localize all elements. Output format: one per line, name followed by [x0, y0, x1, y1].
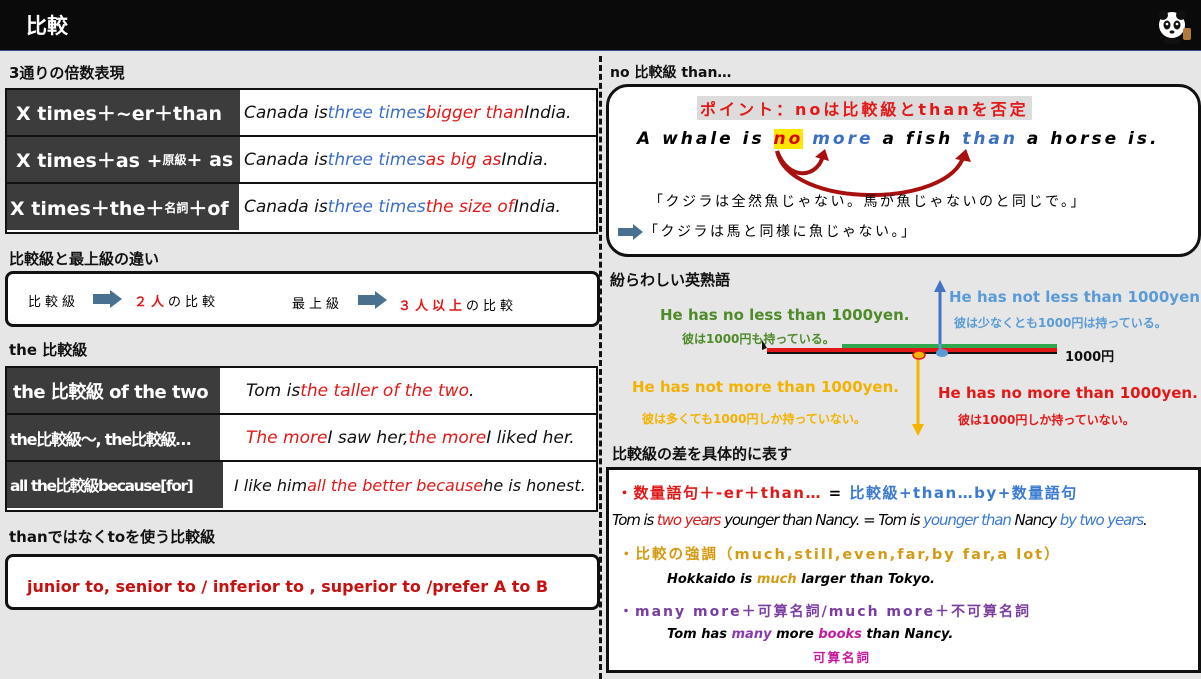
table-row: X times＋the＋ 名詞 ＋of Canada is three times …	[7, 184, 596, 230]
to-box: junior to, senior to / inferior to , sup…	[5, 554, 600, 610]
to-list: junior to, senior to / inferior to , sup…	[27, 577, 549, 596]
row-label: the 比較級 of the two	[7, 368, 220, 413]
table-row: X times＋~er＋than Canada is three times b…	[7, 90, 596, 137]
translation-1: 「クジラは全然魚じゃない。馬が魚じゃないのと同じで。」	[649, 194, 1087, 210]
difference-rule: ・数量語句＋-er＋than… = 比較級+than…by+数量語句	[617, 484, 1078, 502]
row-label: X times＋~er＋than	[7, 90, 240, 135]
right-arrow-icon	[358, 291, 387, 309]
translation-2: 「クジラは馬と同様に魚じゃない。」	[644, 224, 918, 240]
emphasis-example: Hokkaido is much larger than Tokyo.	[667, 572, 935, 587]
section-title-no: no 比較級 than…	[610, 65, 732, 81]
countable-noun-note: 可算名詞	[813, 650, 872, 665]
diff-superlative: 最上級	[292, 297, 344, 312]
axis-1000yen: 1000円	[1065, 350, 1115, 365]
table-row: X times＋as + 原級 + as Canada is three tim…	[7, 137, 596, 184]
diff-box: 比較級 ２人の比較 最上級 ３人以上の比較	[5, 271, 600, 327]
row-example: Canada is three times the size of India.	[244, 197, 561, 217]
row-label: X times＋as + 原級 + as	[7, 137, 240, 182]
section-title-times: 3通りの倍数表現	[9, 64, 125, 82]
header-bar: 比較	[0, 0, 1201, 51]
right-arrow-icon	[93, 290, 122, 308]
row-label: all the比較級because[for]	[7, 462, 223, 508]
diff-comparative: 比較級	[28, 295, 80, 310]
idioms-diagram: He has no less than 1000yen. 彼は1000円も持って…	[602, 280, 1201, 440]
not-more-than: He has not more than 1000yen.	[632, 378, 899, 396]
row-example: The more I saw her, the more I liked her…	[246, 427, 575, 448]
no-more-than: He has no more than 1000yen.	[938, 384, 1198, 402]
many-more-example: Tom has many more books than Nancy.	[667, 627, 954, 642]
right-arrow-icon	[618, 224, 643, 240]
the-table: the 比較級 of the two Tom is the taller of …	[5, 366, 598, 512]
row-example: Canada is three times as big as India.	[244, 149, 549, 170]
section-title-to: thanではなくtoを使う比較級	[9, 528, 216, 546]
page-title: 比較	[26, 14, 68, 38]
times-table: X times＋~er＋than Canada is three times b…	[5, 88, 598, 234]
table-row: the比較級～, the比較級… The more I saw her, the…	[7, 415, 596, 462]
table-row: the 比較級 of the two Tom is the taller of …	[7, 368, 596, 415]
many-much-rule: ・many more＋可算名詞/much more＋不可算名詞	[619, 604, 1032, 620]
whale-sentence: A whale is no more a fish than a horse i…	[637, 129, 1160, 149]
difference-box: ・数量語句＋-er＋than… = 比較級+than…by+数量語句 Tom i…	[606, 467, 1201, 673]
panda-icon	[1158, 10, 1191, 44]
emphasis-rule: ・比較の強調（much,still,even,far,by far,a lot）	[619, 547, 1061, 563]
row-label: the比較級～, the比較級…	[7, 415, 220, 460]
no-comparative-box: ポイント：noは比較級とthanを否定 A whale is no more a…	[606, 84, 1201, 257]
not-more-than-jp: 彼は多くても1000円しか持っていない。	[642, 412, 866, 426]
row-example: Canada is three times bigger than India.	[244, 102, 572, 123]
row-label: X times＋the＋ 名詞 ＋of	[7, 184, 239, 230]
section-title-the: the 比較級	[9, 341, 88, 359]
row-example: Tom is the taller of the two.	[246, 380, 475, 401]
difference-example: Tom is two years younger than Nancy. = T…	[612, 511, 1148, 529]
point-label: ポイント：noは比較級とthanを否定	[697, 96, 1032, 120]
section-title-diff: 比較級と最上級の違い	[9, 250, 160, 268]
row-example: I like him all the better because he is …	[234, 475, 586, 495]
no-more-than-jp: 彼は1000円しか持っていない。	[958, 413, 1135, 427]
section-title-difference: 比較級の差を具体的に表す	[612, 445, 793, 463]
table-row: all the比較級because[for] I like him all th…	[7, 462, 596, 508]
